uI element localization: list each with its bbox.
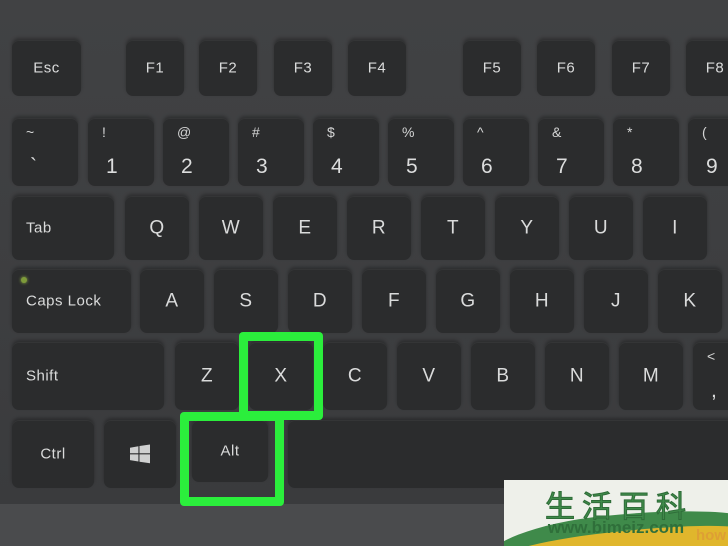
key-s[interactable]: S xyxy=(214,269,278,333)
key-f[interactable]: F xyxy=(362,269,426,333)
highlight-box-alt-key xyxy=(180,412,284,506)
windows-logo-icon xyxy=(130,444,150,464)
key-5[interactable]: % 5 xyxy=(388,118,454,186)
key-tab[interactable]: Tab xyxy=(12,196,114,260)
key-f7[interactable]: F7 xyxy=(612,40,670,96)
key-backtick[interactable]: ~ ` xyxy=(12,118,78,186)
key-caps-lock[interactable]: Caps Lock xyxy=(12,269,131,333)
key-8[interactable]: * 8 xyxy=(613,118,679,186)
key-r[interactable]: R xyxy=(347,196,411,260)
key-1[interactable]: ! 1 xyxy=(88,118,154,186)
key-b[interactable]: B xyxy=(471,342,535,410)
key-3[interactable]: # 3 xyxy=(238,118,304,186)
key-z[interactable]: Z xyxy=(175,342,239,410)
key-comma[interactable]: < , xyxy=(693,342,728,410)
key-6[interactable]: ^ 6 xyxy=(463,118,529,186)
key-i[interactable]: I xyxy=(643,196,707,260)
key-f1[interactable]: F1 xyxy=(126,40,184,96)
key-u[interactable]: U xyxy=(569,196,633,260)
key-t[interactable]: T xyxy=(421,196,485,260)
key-a[interactable]: A xyxy=(140,269,204,333)
key-7[interactable]: & 7 xyxy=(538,118,604,186)
watermark-url: www.bimeiz.com xyxy=(547,518,685,537)
key-y[interactable]: Y xyxy=(495,196,559,260)
key-j[interactable]: J xyxy=(584,269,648,333)
keyboard-deck: Esc F1 F2 F3 F4 F5 F6 F7 F8 ~ ` ! 1 @ 2 … xyxy=(0,0,728,506)
watermark: 生活百科 www.bimeiz.com how xyxy=(504,480,728,546)
key-q[interactable]: Q xyxy=(125,196,189,260)
key-4[interactable]: $ 4 xyxy=(313,118,379,186)
key-e[interactable]: E xyxy=(273,196,337,260)
key-esc[interactable]: Esc xyxy=(12,40,81,96)
key-k[interactable]: K xyxy=(658,269,722,333)
key-c[interactable]: C xyxy=(323,342,387,410)
key-h[interactable]: H xyxy=(510,269,574,333)
key-f3[interactable]: F3 xyxy=(274,40,332,96)
key-2[interactable]: @ 2 xyxy=(163,118,229,186)
key-v[interactable]: V xyxy=(397,342,461,410)
key-f4[interactable]: F4 xyxy=(348,40,406,96)
watermark-ghost-text: how xyxy=(696,527,726,544)
key-n[interactable]: N xyxy=(545,342,609,410)
key-f6[interactable]: F6 xyxy=(537,40,595,96)
key-shift[interactable]: Shift xyxy=(12,342,164,410)
key-f5[interactable]: F5 xyxy=(463,40,521,96)
key-g[interactable]: G xyxy=(436,269,500,333)
key-d[interactable]: D xyxy=(288,269,352,333)
key-f8[interactable]: F8 xyxy=(686,40,728,96)
key-w[interactable]: W xyxy=(199,196,263,260)
key-ctrl[interactable]: Ctrl xyxy=(12,420,94,488)
key-space[interactable] xyxy=(288,420,728,488)
key-m[interactable]: M xyxy=(619,342,683,410)
key-f2[interactable]: F2 xyxy=(199,40,257,96)
key-9[interactable]: ( 9 xyxy=(688,118,728,186)
keyboard-screenshot: Esc F1 F2 F3 F4 F5 F6 F7 F8 ~ ` ! 1 @ 2 … xyxy=(0,0,728,546)
highlight-box-x-key xyxy=(239,332,323,420)
key-windows[interactable] xyxy=(104,420,176,488)
caps-lock-led-icon xyxy=(21,277,27,283)
